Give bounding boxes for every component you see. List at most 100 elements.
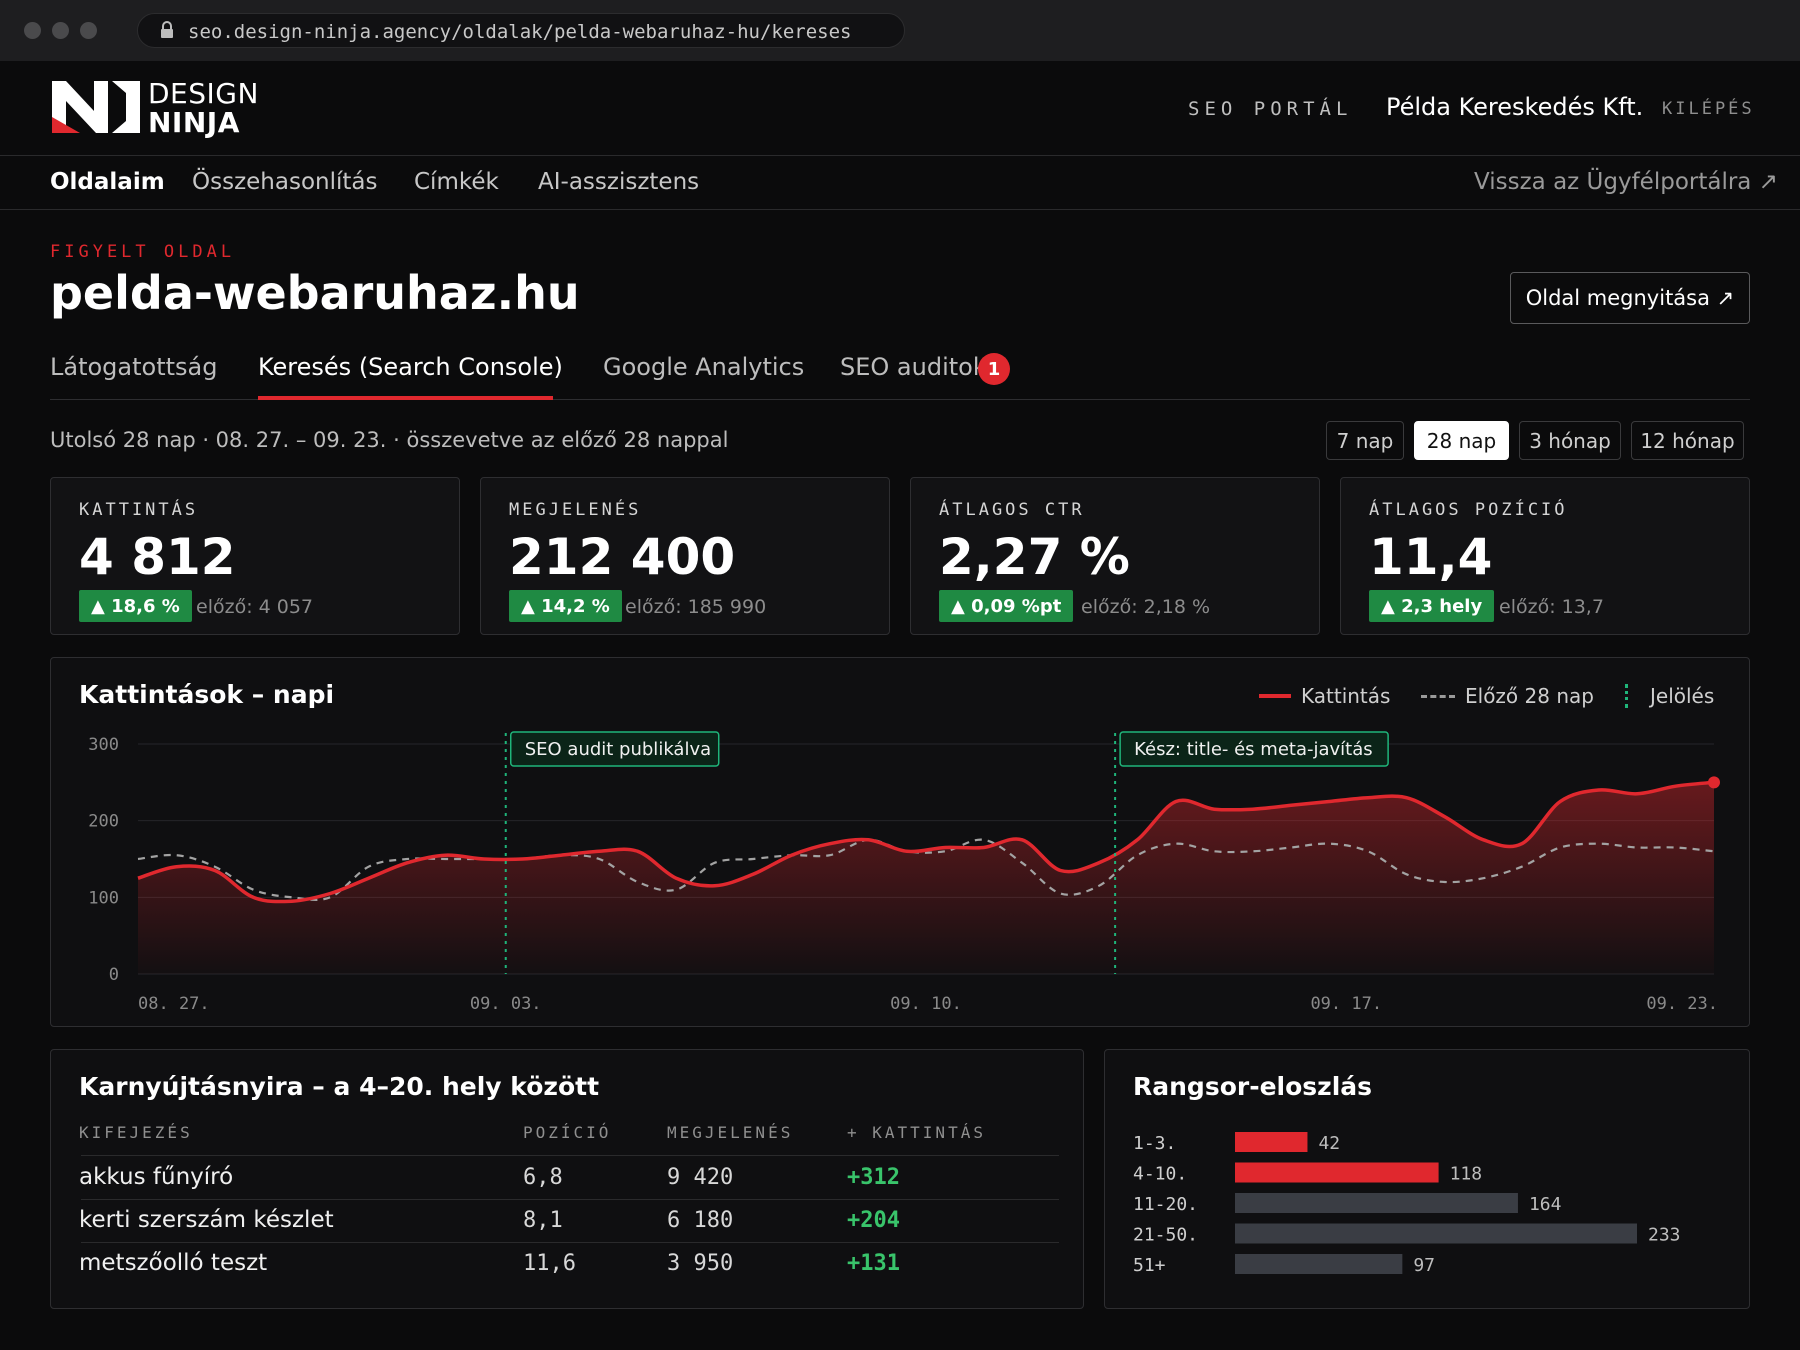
x-tick-label: 09. 10. xyxy=(890,994,962,1014)
main-nav: Oldalaim Összehasonlítás Címkék AI-asszi… xyxy=(0,157,1800,210)
nav-item-oldalaim[interactable]: Oldalaim xyxy=(50,169,165,195)
logo-mark-icon xyxy=(52,81,140,133)
y-tick-label: 300 xyxy=(88,735,119,755)
tab-kereses[interactable]: Keresés (Search Console) xyxy=(258,353,563,381)
site-header: DESIGN NINJA SEO PORTÁL Példa Kereskedés… xyxy=(0,61,1800,156)
x-tick-label: 09. 03. xyxy=(470,994,542,1014)
kpi-previous: előző: 13,7 xyxy=(1499,596,1604,618)
kpi-label: ÁTLAGOS POZÍCIÓ xyxy=(1369,500,1568,520)
rank-bar xyxy=(1235,1254,1403,1274)
rank-category-label: 1-3. xyxy=(1133,1133,1176,1154)
rank-value-label: 97 xyxy=(1413,1255,1435,1276)
keyword-cell: metszőolló teszt xyxy=(79,1250,268,1276)
position-cell: 6,8 xyxy=(523,1165,563,1190)
rank-value-label: 233 xyxy=(1648,1225,1681,1246)
x-tick-label: 09. 23. xyxy=(1646,994,1718,1014)
period-summary: Utolsó 28 nap · 08. 27. – 09. 23. · össz… xyxy=(50,428,729,452)
keyword-cell: kerti szerszám készlet xyxy=(79,1207,334,1233)
last-point-marker xyxy=(1708,776,1720,789)
minimize-window-dot[interactable] xyxy=(52,22,69,39)
kpi-change-badge: ▲ 14,2 % xyxy=(509,590,622,622)
striking-distance-panel: Karnyújtásnyira – a 4–20. hely között KI… xyxy=(50,1049,1084,1309)
kpi-value: 2,27 % xyxy=(939,528,1130,586)
table-row[interactable]: akkus fűnyíró 6,8 9 420 +312 xyxy=(51,1156,1085,1199)
rank-bar xyxy=(1235,1193,1518,1213)
nav-item-cimkek[interactable]: Címkék xyxy=(414,169,499,195)
y-tick-label: 0 xyxy=(109,965,119,985)
table-row[interactable]: kerti szerszám készlet 8,1 6 180 +204 xyxy=(51,1200,1085,1243)
kpi-label: KATTINTÁS xyxy=(79,500,199,520)
kpi-label: MEGJELENÉS xyxy=(509,500,642,520)
kpi-value: 11,4 xyxy=(1369,528,1493,586)
seo-audit-count-badge: 1 xyxy=(978,353,1010,385)
rank-category-label: 21-50. xyxy=(1133,1225,1198,1246)
open-site-button-label: Oldal megnyitása ↗ xyxy=(1525,286,1735,310)
impressions-cell: 6 180 xyxy=(667,1208,734,1233)
logo-wordmark[interactable]: DESIGN NINJA xyxy=(148,79,259,137)
x-tick-label: 08. 27. xyxy=(138,994,210,1014)
tab-latogatottsag[interactable]: Látogatottság xyxy=(50,353,217,381)
open-site-button[interactable]: Oldal megnyitása ↗ xyxy=(1510,272,1750,324)
close-window-dot[interactable] xyxy=(24,22,41,39)
position-cell: 8,1 xyxy=(523,1208,563,1233)
nav-item-ai-asszisztens[interactable]: AI-asszisztens xyxy=(538,169,699,195)
kattintas-area xyxy=(138,782,1714,974)
rank-category-label: 4-10. xyxy=(1133,1164,1187,1185)
clicks-line-chart: 300 200 100 0 08. 27. 09. 03. 09. 10. 09. 17. 09… xyxy=(88,731,1720,1014)
kpi-change-badge: ▲ 0,09 %pt xyxy=(939,590,1074,622)
tab-seo-auditok[interactable]: SEO auditok xyxy=(840,353,987,381)
kpi-card-position: ÁTLAGOS POZÍCIÓ 11,4 ▲ 2,3 hely előző: 1… xyxy=(1340,477,1750,635)
y-tick-label: 200 xyxy=(88,812,119,832)
kpi-change-badge: ▲ 18,6 % xyxy=(79,590,192,622)
col-header-kattintas[interactable]: + KATTINTÁS xyxy=(847,1123,986,1142)
kpi-card-impressions: MEGJELENÉS 212 400 ▲ 14,2 % előző: 185 9… xyxy=(480,477,890,635)
back-to-portal-link[interactable]: Vissza az Ügyfélportálra ↗ xyxy=(1474,169,1778,195)
kpi-card-ctr: ÁTLAGOS CTR 2,27 % ▲ 0,09 %pt előző: 2,1… xyxy=(910,477,1320,635)
rank-category-label: 11-20. xyxy=(1133,1194,1198,1215)
col-header-megjelenes[interactable]: MEGJELENÉS xyxy=(667,1123,793,1142)
range-3-honap[interactable]: 3 hónap xyxy=(1519,421,1621,460)
tab-google-analytics[interactable]: Google Analytics xyxy=(603,353,804,381)
rank-category-label: 51+ xyxy=(1133,1255,1166,1276)
range-7-nap[interactable]: 7 nap xyxy=(1326,421,1404,460)
col-header-pozicio[interactable]: POZÍCIÓ xyxy=(523,1123,611,1142)
range-28-nap[interactable]: 28 nap xyxy=(1414,421,1509,460)
annotation-label: SEO audit publikálva xyxy=(525,739,711,760)
logo-line2: NINJA xyxy=(148,106,240,139)
impressions-cell: 3 950 xyxy=(667,1251,734,1276)
table-row[interactable]: metszőolló teszt 11,6 3 950 +131 xyxy=(51,1243,1085,1286)
col-header-kifejezes[interactable]: KIFEJEZÉS xyxy=(79,1123,193,1142)
rank-bar xyxy=(1235,1223,1637,1244)
striking-title: Karnyújtásnyira – a 4–20. hely között xyxy=(79,1072,600,1101)
range-12-honap[interactable]: 12 hónap xyxy=(1631,421,1744,460)
kpi-previous: előző: 4 057 xyxy=(196,596,314,618)
browser-toolbar: seo.design-ninja.agency/oldalak/pelda-we… xyxy=(0,0,1800,61)
kpi-label: ÁTLAGOS CTR xyxy=(939,500,1085,520)
active-tab-indicator xyxy=(258,396,553,400)
annotation-label: Kész: title- és meta-javítás xyxy=(1134,739,1373,760)
position-cell: 11,6 xyxy=(523,1251,576,1276)
kpi-value: 212 400 xyxy=(509,528,736,586)
rank-bar xyxy=(1235,1132,1308,1152)
company-name[interactable]: Példa Kereskedés Kft. xyxy=(1386,93,1643,121)
rank-value-label: 42 xyxy=(1318,1133,1340,1154)
page-title: pelda-webaruhaz.hu xyxy=(50,266,580,320)
kpi-previous: előző: 2,18 % xyxy=(1081,596,1211,618)
lock-icon xyxy=(161,21,173,38)
kpi-change-badge: ▲ 2,3 hely xyxy=(1369,590,1495,622)
page-eyebrow: FIGYELT OLDAL xyxy=(50,242,236,262)
extra-clicks-cell: +131 xyxy=(847,1251,900,1276)
y-tick-label: 100 xyxy=(88,888,119,908)
rank-bar-chart: 1-3. 42 4-10. 118 11-20. 164 21-50. 233 51+ 97 xyxy=(1133,1132,1681,1276)
rank-bar xyxy=(1235,1162,1439,1183)
rank-value-label: 118 xyxy=(1450,1164,1483,1185)
nav-item-osszehasonlitas[interactable]: Összehasonlítás xyxy=(192,169,377,195)
maximize-window-dot[interactable] xyxy=(80,22,97,39)
rank-distribution-panel: Rangsor-eloszlás 1-3. 42 4-10. 118 11-20. 164… xyxy=(1104,1049,1750,1309)
address-bar[interactable]: seo.design-ninja.agency/oldalak/pelda-we… xyxy=(137,13,905,48)
kpi-previous: előző: 185 990 xyxy=(625,596,767,618)
logout-link[interactable]: KILÉPÉS xyxy=(1662,99,1755,119)
url-text: seo.design-ninja.agency/oldalak/pelda-we… xyxy=(188,21,852,43)
kpi-card-clicks: KATTINTÁS 4 812 ▲ 18,6 % előző: 4 057 xyxy=(50,477,460,635)
portal-label: SEO PORTÁL xyxy=(1188,98,1353,120)
